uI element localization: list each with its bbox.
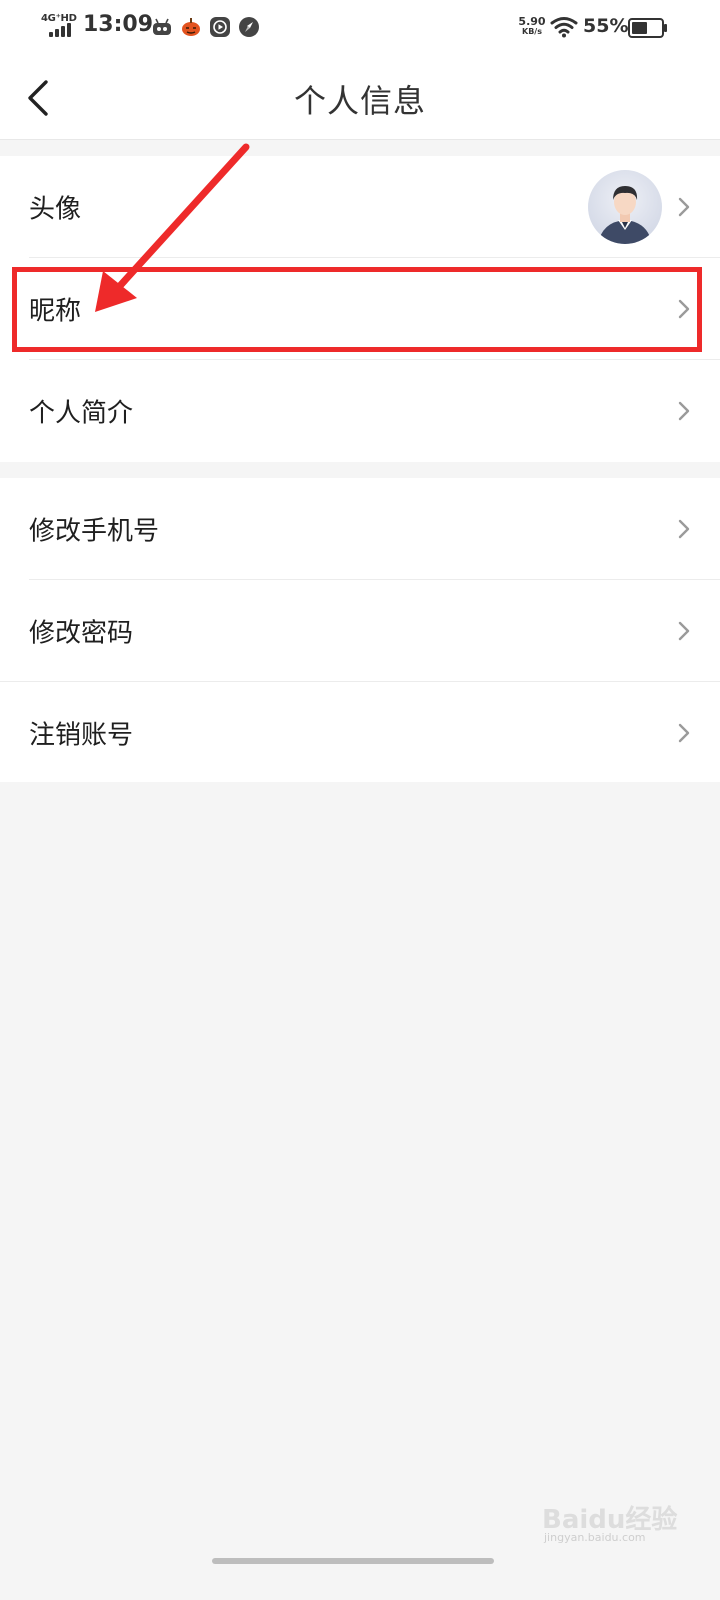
play-circle-icon <box>210 17 230 37</box>
avatar-label: 头像 <box>29 194 82 225</box>
home-indicator[interactable] <box>212 1558 494 1564</box>
chevron-right-icon <box>678 723 690 743</box>
avatar-row[interactable]: 头像 <box>0 156 720 258</box>
user-avatar-icon <box>588 170 662 244</box>
chevron-right-icon <box>678 621 690 641</box>
page-title: 个人信息 <box>293 82 426 120</box>
wifi-icon <box>550 17 578 38</box>
change-password-label: 修改密码 <box>29 618 134 649</box>
profile-group: 头像 昵称 个人简介 <box>0 156 720 462</box>
status-bar: 4G⁺HD 13:09 5.90 KB/s 55% <box>0 0 720 54</box>
network-type: 4G⁺HD <box>41 13 77 24</box>
battery-icon <box>628 18 667 38</box>
battery-percent: 55% <box>583 15 629 37</box>
speed-unit: KB/s <box>522 27 542 36</box>
compass-icon <box>239 17 259 37</box>
change-password-row[interactable]: 修改密码 <box>0 580 720 682</box>
nickname-row[interactable]: 昵称 <box>0 258 720 360</box>
chevron-right-icon <box>678 197 690 217</box>
chevron-right-icon <box>678 299 690 319</box>
nav-bar: 个人信息 <box>0 54 720 140</box>
nickname-label: 昵称 <box>29 296 82 327</box>
change-phone-row[interactable]: 修改手机号 <box>0 478 720 580</box>
robot-icon <box>153 18 171 35</box>
account-group: 修改手机号 修改密码 注销账号 <box>0 478 720 782</box>
chevron-right-icon <box>678 401 690 421</box>
delete-account-row[interactable]: 注销账号 <box>0 682 720 784</box>
chevron-right-icon <box>678 519 690 539</box>
delete-account-label: 注销账号 <box>29 720 134 751</box>
speed-value: 5.90 <box>518 15 546 28</box>
change-phone-label: 修改手机号 <box>29 516 160 547</box>
network-speed: 5.90 KB/s <box>518 16 546 37</box>
bio-row[interactable]: 个人简介 <box>0 360 720 462</box>
baidu-watermark: Baidu经验 jingyan.baidu.com <box>540 1493 680 1553</box>
watermark-url: jingyan.baidu.com <box>544 1531 646 1544</box>
bio-label: 个人简介 <box>29 398 134 429</box>
status-time: 13:09 <box>83 12 154 37</box>
cellular-signal-icon: 4G⁺HD <box>40 13 80 41</box>
pumpkin-icon <box>182 18 200 36</box>
